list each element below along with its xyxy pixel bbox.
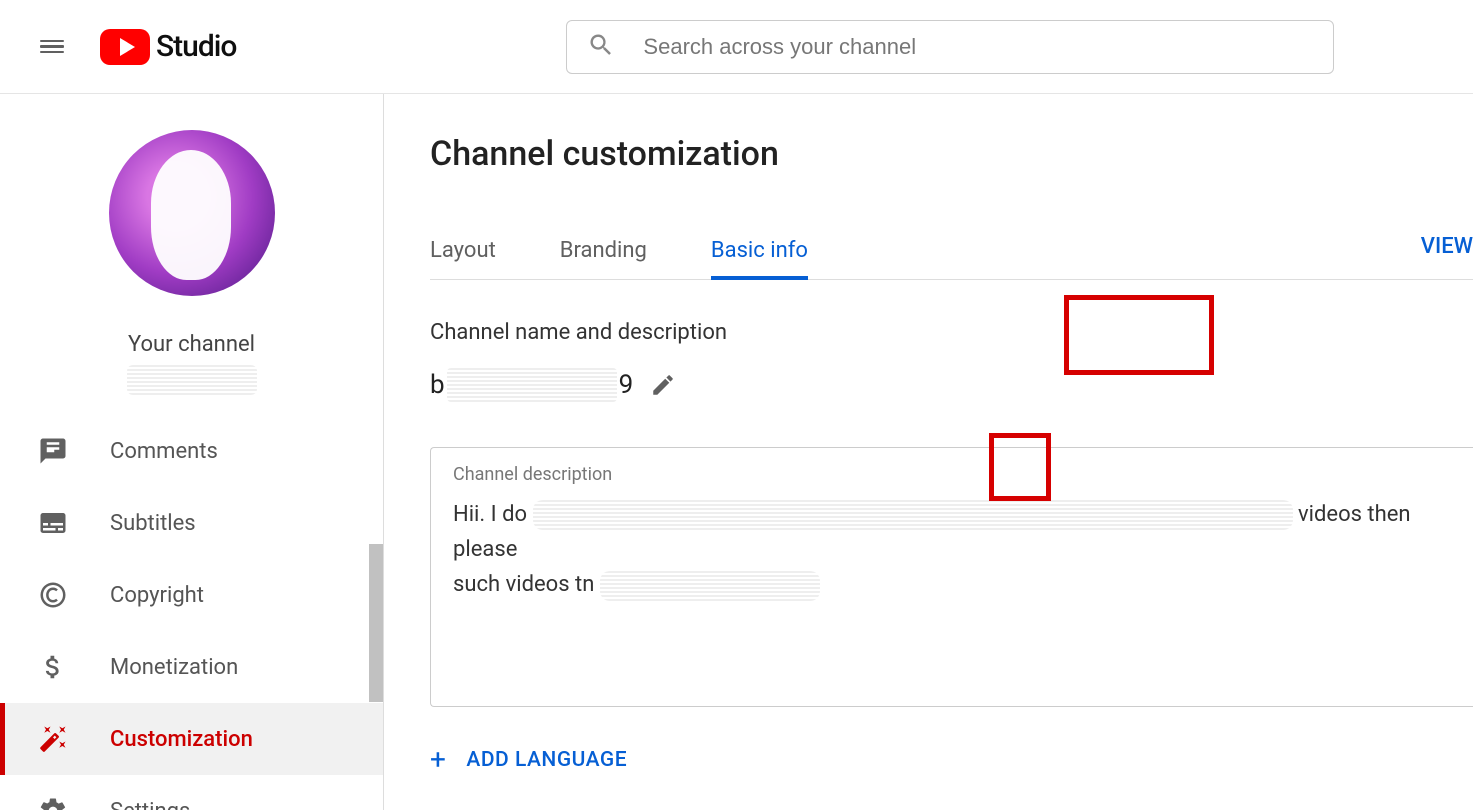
sidebar-item-label: Comments xyxy=(110,439,218,464)
sidebar-item-label: Subtitles xyxy=(110,511,196,536)
section-name-description: Channel name and description xyxy=(430,320,1473,345)
tab-basic-info[interactable]: Basic info xyxy=(711,222,808,279)
channel-avatar[interactable] xyxy=(109,130,275,296)
tab-branding[interactable]: Branding xyxy=(560,222,647,279)
sidebar-item-subtitles[interactable]: Subtitles xyxy=(0,487,383,559)
view-channel-button[interactable]: VIEW xyxy=(1421,234,1473,259)
studio-logo[interactable]: Studio xyxy=(100,29,236,65)
sidebar-item-settings[interactable]: Settings xyxy=(0,775,383,810)
youtube-icon xyxy=(100,29,150,65)
sidebar-item-label: Copyright xyxy=(110,583,204,608)
sidebar-item-label: Settings xyxy=(110,799,190,810)
gear-icon xyxy=(38,796,68,810)
sidebar-item-label: Monetization xyxy=(110,655,238,680)
channel-name-row: b 9 xyxy=(430,361,1473,409)
menu-button[interactable] xyxy=(32,27,72,67)
tab-layout[interactable]: Layout xyxy=(430,222,496,279)
sidebar-item-comments[interactable]: Comments xyxy=(0,415,383,487)
sidebar-item-monetization[interactable]: Monetization xyxy=(0,631,383,703)
hamburger-icon xyxy=(40,37,64,57)
copyright-icon xyxy=(38,580,68,610)
logo-text: Studio xyxy=(156,29,236,64)
pencil-icon xyxy=(650,372,676,398)
dollar-icon xyxy=(38,652,68,682)
plus-icon: + xyxy=(430,743,446,776)
sidebar: Your channel Comments Subtitles Copyr xyxy=(0,94,384,810)
search-icon xyxy=(587,31,615,63)
tabs: Layout Branding Basic info VIEW xyxy=(430,222,1473,280)
description-text: Hii. I do videos then please such videos… xyxy=(453,497,1451,603)
sidebar-item-customization[interactable]: Customization xyxy=(0,703,383,775)
sidebar-nav: Comments Subtitles Copyright Monetizatio… xyxy=(0,415,383,810)
sidebar-item-copyright[interactable]: Copyright xyxy=(0,559,383,631)
wand-icon xyxy=(38,724,68,754)
channel-name-suffix: 9 xyxy=(619,370,634,400)
add-language-label: ADD LANGUAGE xyxy=(466,748,627,772)
sidebar-item-label: Customization xyxy=(110,727,253,752)
comment-icon xyxy=(38,436,68,466)
channel-name-redacted xyxy=(127,365,257,395)
channel-description-box[interactable]: Channel description Hii. I do videos the… xyxy=(430,447,1473,707)
page-title: Channel customization xyxy=(430,134,1473,174)
app-header: Studio xyxy=(0,0,1473,94)
description-label: Channel description xyxy=(453,464,1451,485)
search-box[interactable] xyxy=(566,20,1334,74)
description-redacted xyxy=(533,500,1293,530)
main-content: Channel customization Layout Branding Ba… xyxy=(384,94,1473,810)
channel-name-redacted xyxy=(447,368,617,402)
subtitles-icon xyxy=(38,508,68,538)
search-input[interactable] xyxy=(643,34,1313,60)
sidebar-scrollbar[interactable] xyxy=(369,544,383,702)
edit-name-button[interactable] xyxy=(639,361,687,409)
add-language-button[interactable]: + ADD LANGUAGE xyxy=(430,743,1473,776)
channel-name-prefix: b xyxy=(430,370,445,400)
your-channel-label: Your channel xyxy=(0,332,383,357)
description-redacted xyxy=(600,571,820,601)
